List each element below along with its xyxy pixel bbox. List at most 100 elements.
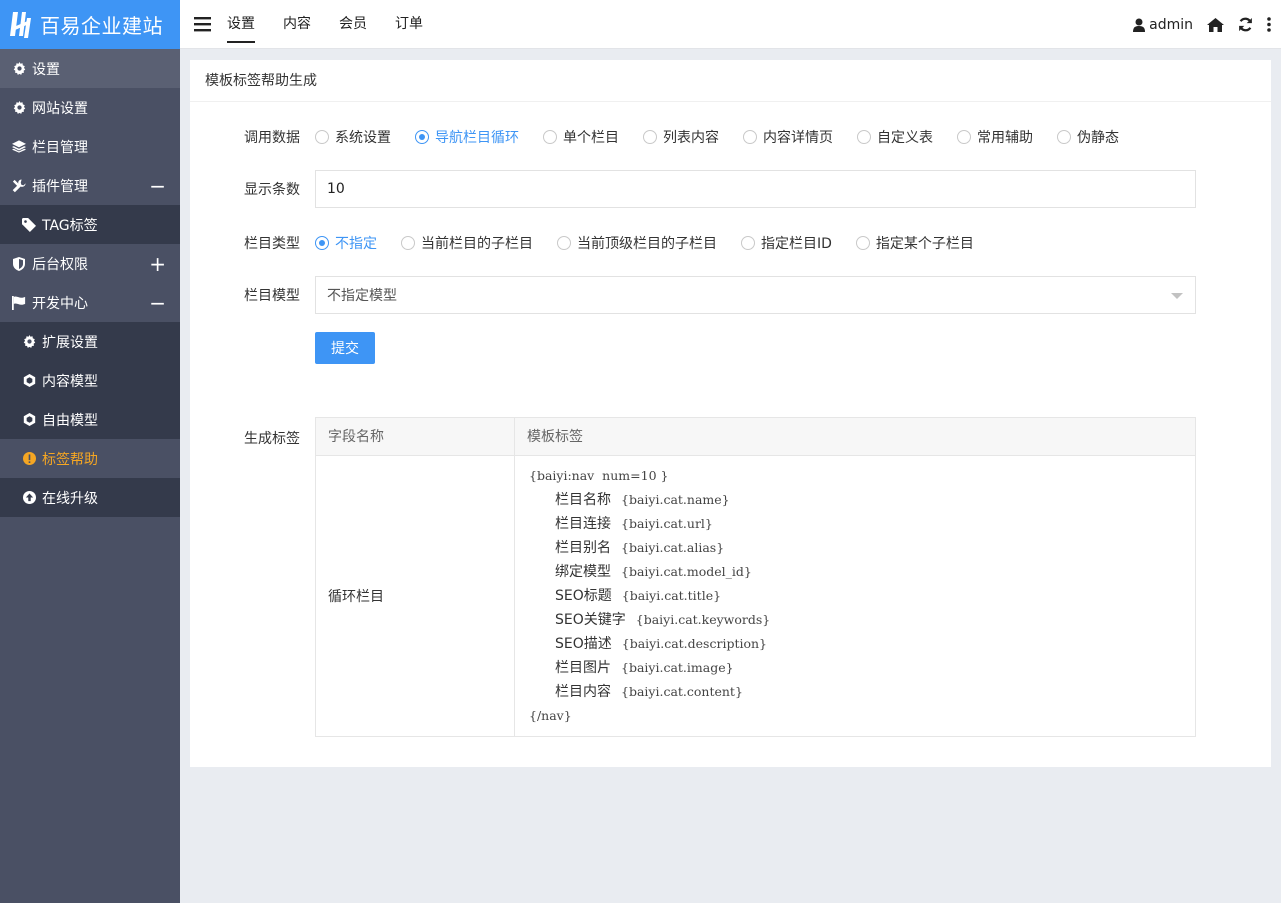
field-name: SEO标题 xyxy=(555,588,612,604)
sidebar-nav: 设置 网站设置栏目管理插件管理 − TAG标签后台权限 + 开发中心 − 扩展设置 内容模型自由… xyxy=(0,49,180,517)
field-tag: {baiyi.cat.image} xyxy=(621,660,734,675)
radio-circle-icon xyxy=(543,130,557,144)
radio-option[interactable]: 伪静态 xyxy=(1057,127,1119,147)
sidebar-item-0[interactable]: 设置 xyxy=(0,49,180,88)
radio-option[interactable]: 单个栏目 xyxy=(543,127,619,147)
gear-icon xyxy=(22,335,36,349)
field-tag: {baiyi.cat.url} xyxy=(621,516,713,531)
radio-label: 当前栏目的子栏目 xyxy=(421,236,533,252)
refresh-button[interactable] xyxy=(1238,17,1253,32)
field-name: 栏目别名 xyxy=(555,540,611,556)
tab-members[interactable]: 会员 xyxy=(339,0,367,49)
submit-button[interactable]: 提交 xyxy=(315,332,375,364)
sidebar-item-7[interactable]: 扩展设置 xyxy=(0,322,180,361)
row-name: 循环栏目 xyxy=(316,456,515,736)
radio-label: 列表内容 xyxy=(663,130,719,146)
collapse-icon[interactable]: − xyxy=(149,176,166,196)
header: 设置 内容 会员 订单 admin xyxy=(180,0,1281,49)
category-model-row: 栏目模型 不指定模型 xyxy=(190,276,1271,314)
radio-circle-icon xyxy=(1057,130,1071,144)
radio-label: 当前顶级栏目的子栏目 xyxy=(577,236,717,252)
category-model-select[interactable]: 不指定模型 xyxy=(315,276,1196,314)
radio-label: 伪静态 xyxy=(1077,130,1119,146)
radio-option[interactable]: 指定某个子栏目 xyxy=(855,233,974,253)
radio-circle-icon xyxy=(743,130,757,144)
tab-settings[interactable]: 设置 xyxy=(227,0,255,49)
radio-option[interactable]: 指定栏目ID xyxy=(741,233,832,253)
radio-option[interactable]: 当前栏目的子栏目 xyxy=(401,233,533,253)
sidebar-item-5[interactable]: 后台权限 + xyxy=(0,244,180,283)
field-name: 栏目连接 xyxy=(555,516,611,532)
radio-option[interactable]: 常用辅助 xyxy=(957,127,1033,147)
radio-circle-icon xyxy=(315,130,329,144)
radio-option[interactable]: 系统设置 xyxy=(315,127,391,147)
header-actions: admin xyxy=(1119,0,1271,49)
tab-orders[interactable]: 订单 xyxy=(395,0,423,49)
shield-icon xyxy=(12,256,26,271)
radio-option[interactable]: 导航栏目循环 xyxy=(415,127,519,147)
table-row: 循环栏目 {baiyi:nav num=10 } 栏目名称 {baiyi.cat.… xyxy=(316,456,1195,736)
sidebar-item-9[interactable]: 自由模型 xyxy=(0,400,180,439)
field-tag: {baiyi.cat.content} xyxy=(621,684,743,699)
sidebar-item-label: 后台权限 xyxy=(32,256,88,273)
expand-icon[interactable]: + xyxy=(149,254,166,274)
brand[interactable]: 百易企业建站 xyxy=(0,0,180,49)
panel-title: 模板标签帮助生成 xyxy=(190,60,1271,102)
radio-circle-icon xyxy=(557,236,571,250)
count-row: 显示条数 xyxy=(190,170,1271,208)
code-line: SEO标题 {baiyi.cat.title} xyxy=(529,586,1195,610)
caret-down-icon xyxy=(1171,293,1183,299)
table-header: 字段名称 模板标签 xyxy=(316,418,1195,456)
field-name: SEO描述 xyxy=(555,636,612,652)
result-table: 字段名称 模板标签 循环栏目 {baiyi:nav num=10 } 栏目名称{… xyxy=(315,417,1196,737)
radio-circle-icon xyxy=(643,130,657,144)
user-menu[interactable]: admin xyxy=(1133,17,1193,33)
code-line: SEO关键字 {baiyi.cat.keywords} xyxy=(529,610,1195,634)
field-name: SEO关键字 xyxy=(555,612,626,628)
hamburger-menu-icon[interactable] xyxy=(194,16,212,32)
sidebar-item-11[interactable]: 在线升级 xyxy=(0,478,180,517)
tab-content[interactable]: 内容 xyxy=(283,0,311,49)
field-tag: {baiyi.cat.alias} xyxy=(621,540,725,555)
radio-option[interactable]: 不指定 xyxy=(315,233,377,253)
sidebar-item-2[interactable]: 栏目管理 xyxy=(0,127,180,166)
sidebar-item-6[interactable]: 开发中心 − xyxy=(0,283,180,322)
sidebar-item-label: TAG标签 xyxy=(42,217,98,234)
sidebar-item-10[interactable]: 标签帮助 xyxy=(0,439,180,478)
radio-option[interactable]: 列表内容 xyxy=(643,127,719,147)
open-tag: {baiyi:nav num=10 } xyxy=(529,468,669,483)
sidebar: 百易企业建站 设置 网站设置栏目管理插件管理 − TAG标签后台权限 + 开发中心 − 扩展设… xyxy=(0,0,180,903)
sidebar-item-1[interactable]: 网站设置 xyxy=(0,88,180,127)
collapse-icon[interactable]: − xyxy=(149,293,166,313)
radio-option[interactable]: 当前顶级栏目的子栏目 xyxy=(557,233,717,253)
gear-icon xyxy=(12,62,26,76)
category-type-radios: 不指定 当前栏目的子栏目 当前顶级栏目的子栏目 指定栏目ID 指定某个子栏目 xyxy=(315,233,998,253)
code-line: 绑定模型 {baiyi.cat.model_id} xyxy=(529,562,1195,586)
logo-icon xyxy=(10,11,31,38)
radio-circle-icon xyxy=(415,130,429,144)
column-template-tag: 模板标签 xyxy=(527,429,583,445)
sidebar-item-4[interactable]: TAG标签 xyxy=(0,205,180,244)
field-tag: {baiyi.cat.keywords} xyxy=(635,612,771,627)
radio-circle-icon xyxy=(401,236,415,250)
radio-label: 指定某个子栏目 xyxy=(875,236,974,252)
radio-label: 常用辅助 xyxy=(977,130,1033,146)
radio-circle-icon xyxy=(957,130,971,144)
sidebar-item-3[interactable]: 插件管理 − xyxy=(0,166,180,205)
radio-circle-icon xyxy=(315,236,329,250)
more-button[interactable] xyxy=(1267,17,1271,32)
radio-label: 单个栏目 xyxy=(563,130,619,146)
radio-option[interactable]: 内容详情页 xyxy=(743,127,833,147)
data-source-label: 调用数据 xyxy=(244,130,300,146)
count-label: 显示条数 xyxy=(244,182,300,198)
count-input[interactable] xyxy=(315,170,1196,208)
home-button[interactable] xyxy=(1207,17,1224,32)
sidebar-item-8[interactable]: 内容模型 xyxy=(0,361,180,400)
radio-circle-icon xyxy=(855,236,870,250)
radio-label: 系统设置 xyxy=(335,130,391,146)
column-field-name: 字段名称 xyxy=(316,418,515,456)
sidebar-item-label: 自由模型 xyxy=(42,412,98,429)
radio-option[interactable]: 自定义表 xyxy=(857,127,933,147)
radio-label: 导航栏目循环 xyxy=(435,130,519,146)
sidebar-item-label: 栏目管理 xyxy=(32,139,88,156)
